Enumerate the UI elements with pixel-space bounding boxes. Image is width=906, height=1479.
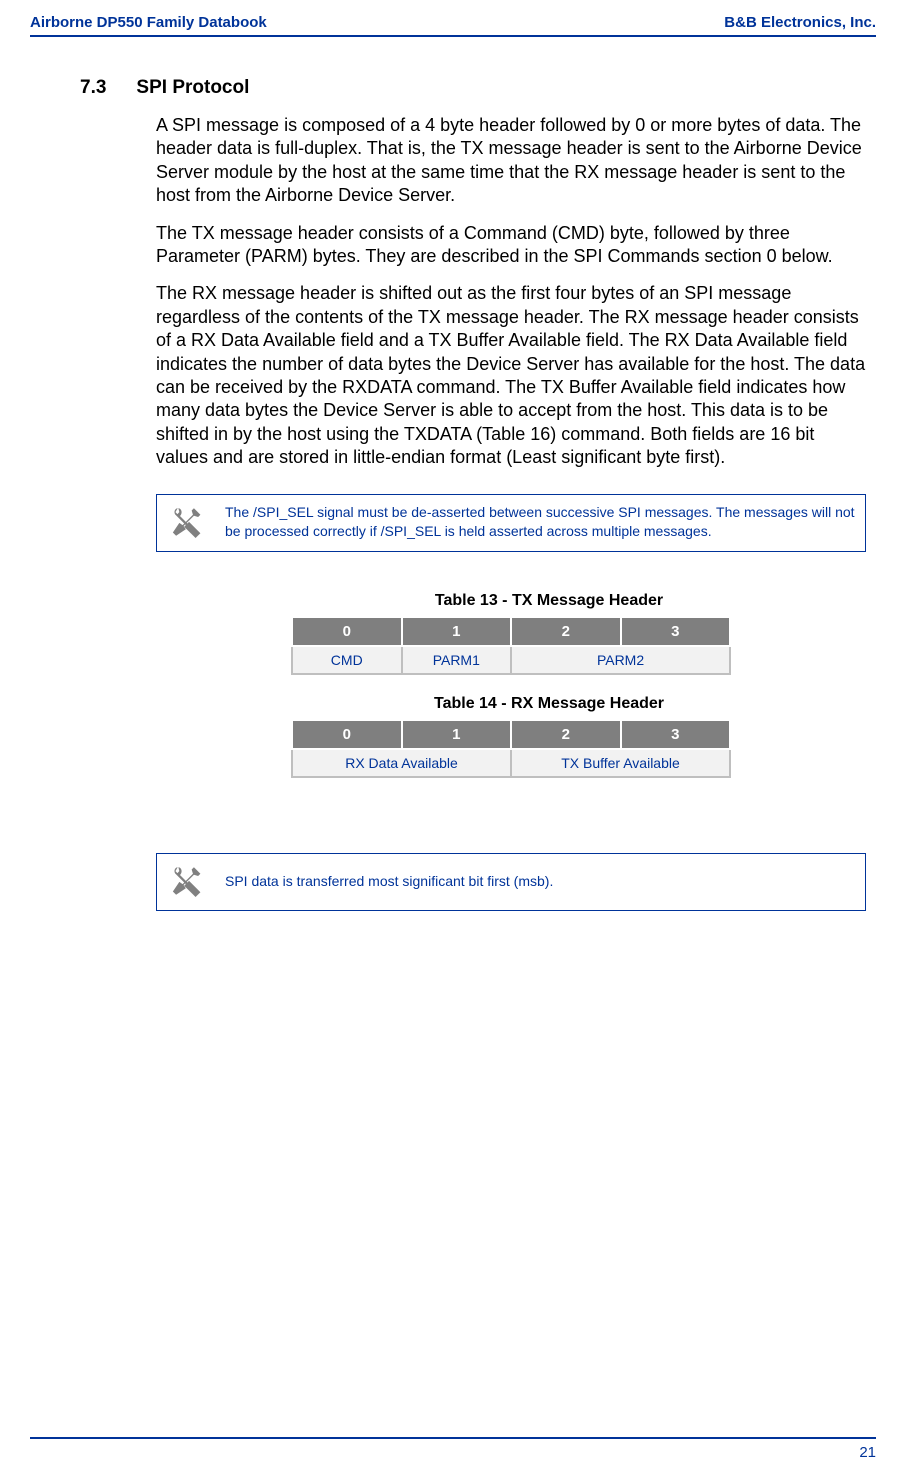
table-14-wrapper: Table 14 - RX Message Header 0 1 2 3 RX … [156, 695, 866, 798]
header-left-title: Airborne DP550 Family Databook [30, 14, 267, 31]
th-0: 0 [292, 617, 402, 646]
table-data-row: RX Data Available TX Buffer Available [292, 749, 730, 777]
note-1-text: The /SPI_SEL signal must be de-asserted … [215, 495, 865, 551]
note-2-text: SPI data is transferred most significant… [215, 854, 865, 910]
note-box-1: The /SPI_SEL signal must be de-asserted … [156, 494, 866, 552]
paragraph-1: A SPI message is composed of a 4 byte he… [156, 114, 866, 208]
page-number: 21 [859, 1444, 876, 1461]
table-13-wrapper: Table 13 - TX Message Header 0 1 2 3 CMD… [156, 592, 866, 695]
td-parm2: PARM2 [511, 646, 730, 674]
td-cmd: CMD [292, 646, 402, 674]
th-2: 2 [511, 617, 620, 646]
th-3: 3 [621, 617, 730, 646]
td-txbuf: TX Buffer Available [511, 749, 730, 777]
th-1: 1 [402, 617, 512, 646]
th-1: 1 [402, 720, 512, 749]
td-parm1: PARM1 [402, 646, 512, 674]
content-area: 7.3 SPI Protocol A SPI message is compos… [30, 77, 876, 911]
table-header-row: 0 1 2 3 [292, 617, 730, 646]
paragraph-2: The TX message header consists of a Comm… [156, 222, 866, 269]
tx-message-header-table: 0 1 2 3 CMD PARM1 PARM2 [291, 616, 731, 675]
table-13-caption: Table 13 - TX Message Header [435, 592, 663, 610]
table-data-row: CMD PARM1 PARM2 [292, 646, 730, 674]
footer-rule [30, 1437, 876, 1439]
section-number: 7.3 [80, 77, 106, 99]
section-title: SPI Protocol [136, 77, 249, 99]
th-2: 2 [511, 720, 621, 749]
th-3: 3 [621, 720, 731, 749]
th-0: 0 [292, 720, 402, 749]
header-rule [30, 35, 876, 37]
note-box-2: SPI data is transferred most significant… [156, 853, 866, 911]
tools-icon [157, 495, 215, 551]
section-heading: 7.3 SPI Protocol [80, 77, 866, 99]
page-header: Airborne DP550 Family Databook B&B Elect… [30, 14, 876, 35]
rx-message-header-table: 0 1 2 3 RX Data Available TX Buffer Avai… [291, 719, 731, 778]
td-rxdata: RX Data Available [292, 749, 511, 777]
header-right-company: B&B Electronics, Inc. [724, 14, 876, 31]
tools-icon [157, 854, 215, 910]
paragraph-3: The RX message header is shifted out as … [156, 282, 866, 469]
table-14-caption: Table 14 - RX Message Header [434, 695, 664, 713]
table-header-row: 0 1 2 3 [292, 720, 730, 749]
